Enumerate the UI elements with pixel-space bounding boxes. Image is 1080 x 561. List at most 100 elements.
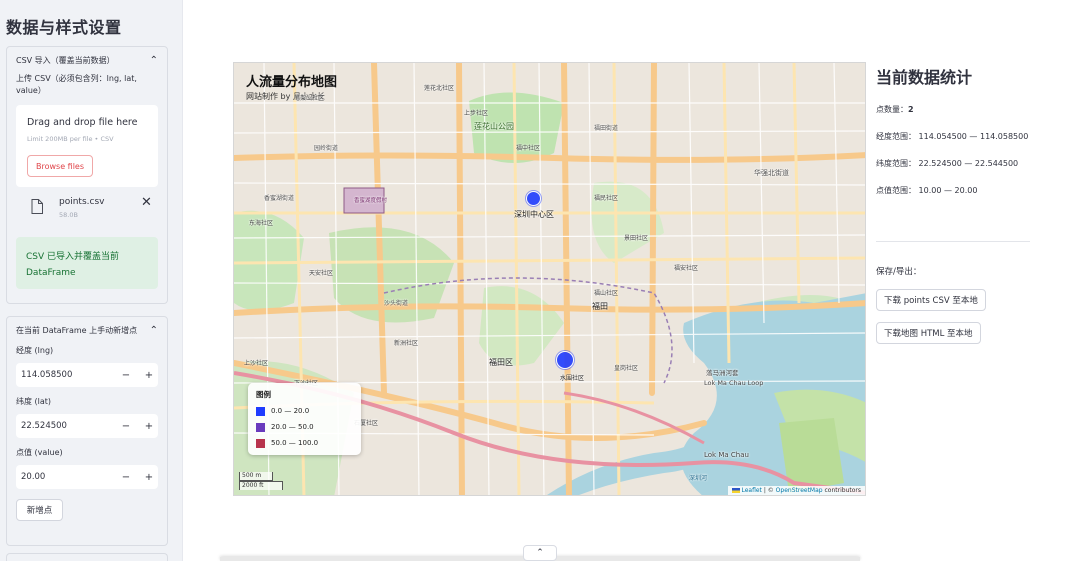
browse-files-button[interactable]: Browse files	[27, 155, 93, 177]
map-attribution: Leaflet | © OpenStreetMap contributors	[727, 486, 865, 495]
download-csv-button[interactable]: 下载 points CSV 至本地	[876, 289, 986, 311]
map-place-label: 皇岗社区	[614, 365, 639, 372]
value-decrement-button[interactable]: −	[119, 468, 133, 486]
map-place-label: 上沙社区	[244, 360, 269, 367]
map-title: 人流量分布地图	[246, 75, 338, 90]
lng-decrement-button[interactable]: −	[119, 366, 133, 384]
legend-label: 0.0 — 20.0	[271, 407, 310, 415]
lat-number-input: − +	[16, 414, 158, 438]
lng-label: 经度 (lng)	[16, 346, 54, 355]
lng-increment-button[interactable]: +	[142, 366, 156, 384]
csv-import-expander: CSV 导入（覆盖当前数据） ⌃ 上传 CSV（必须包含列：lng, lat, …	[6, 46, 168, 304]
legend-item: 0.0 — 20.0	[256, 403, 353, 419]
close-icon[interactable]: ✕	[141, 195, 152, 210]
value-number-input: − +	[16, 465, 158, 489]
map-place-label: 落马洲河套	[706, 369, 739, 377]
map-place-label: 福中社区	[516, 145, 541, 152]
stat-value-range: 点值范围： 10.00 — 20.00	[876, 186, 978, 195]
map-place-label: 沙头街道	[384, 300, 409, 307]
legend-item: 50.0 — 100.0	[256, 435, 353, 451]
map-place-label: 福山社区	[594, 290, 619, 297]
value-increment-button[interactable]: +	[142, 468, 156, 486]
data-point-marker[interactable]	[526, 191, 541, 206]
csv-import-header-label: CSV 导入（覆盖当前数据）	[16, 55, 115, 65]
map-place-label: 新洲社区	[394, 340, 419, 347]
map-place-label: 水围社区	[560, 375, 585, 382]
import-success-alert: CSV 已导入并覆盖当前 DataFrame	[16, 237, 158, 289]
uploaded-file-row: points.csv 58.0B ✕	[7, 191, 167, 227]
map-place-label: 东海社区	[249, 220, 274, 227]
chevron-up-icon[interactable]: ⌃	[523, 545, 557, 561]
map-place-label: 福田街道	[594, 125, 619, 132]
stat-count-value: 2	[908, 105, 914, 114]
manual-add-header-label: 在当前 DataFrame 上手动新增点	[16, 325, 138, 335]
stats-divider	[876, 241, 1030, 242]
scale-metric: 500 m	[239, 472, 273, 481]
add-point-button[interactable]: 新增点	[16, 499, 63, 521]
file-dropzone[interactable]: Drag and drop file here Limit 200MB per …	[16, 105, 158, 187]
file-icon	[31, 199, 43, 214]
value-input[interactable]	[16, 472, 112, 482]
scale-imperial: 2000 ft	[239, 481, 283, 490]
map-scale-bar: 500 m 2000 ft	[239, 472, 283, 490]
legend-label: 50.0 — 100.0	[271, 439, 319, 447]
dropzone-title: Drag and drop file here	[27, 117, 138, 128]
map-place-label: 上步社区	[464, 110, 489, 117]
map-place-label: 园岭街道	[314, 145, 339, 152]
lng-input[interactable]	[16, 370, 112, 380]
stat-lng-range: 经度范围： 114.054500 — 114.058500	[876, 132, 1029, 141]
chevron-up-icon[interactable]: ⌃	[150, 55, 158, 66]
file-name: points.csv	[59, 197, 105, 207]
lat-increment-button[interactable]: +	[142, 417, 156, 435]
value-label: 点值 (value)	[16, 448, 63, 457]
data-point-marker[interactable]	[556, 351, 574, 369]
map-place-label: 深圳中心区	[514, 210, 554, 219]
stat-count: 点数量：2	[876, 102, 1036, 117]
manual-add-header[interactable]: 在当前 DataFrame 上手动新增点 ⌃	[7, 317, 167, 343]
chevron-up-icon[interactable]: ⌃	[150, 325, 158, 336]
map-place-label: 福田	[592, 302, 608, 311]
lat-input[interactable]	[16, 421, 112, 431]
map-view[interactable]: 人流量分布地图 网站制作 by 月小水长 莲花山公园深圳中心区福田区 福田水围社区…	[233, 62, 866, 496]
map-place-label: 香蜜湖街道	[264, 195, 295, 202]
attribution-sep: | ©	[761, 487, 776, 494]
file-size: 58.0B	[59, 211, 78, 219]
legend-swatch	[256, 422, 265, 432]
map-place-label: 福安社区	[674, 265, 699, 272]
map-place-label: 香蜜湖度假村	[354, 198, 388, 204]
map-place-label: 福民社区	[594, 195, 619, 202]
map-place-label: Lok Ma Chau	[704, 451, 749, 459]
csv-import-header[interactable]: CSV 导入（覆盖当前数据） ⌃	[7, 47, 167, 73]
save-export-label: 保存/导出：	[876, 267, 922, 277]
map-title-overlay: 人流量分布地图 网站制作 by 月小水长	[242, 69, 341, 104]
stats-panel: 当前数据统计 点数量：2 经度范围： 114.054500 — 114.0585…	[876, 64, 1036, 210]
stat-count-label: 点数量：	[876, 105, 908, 114]
legend-title: 图例	[256, 390, 271, 399]
osm-link[interactable]: OpenStreetMap	[776, 487, 823, 494]
stats-title: 当前数据统计	[876, 68, 973, 87]
legend-swatch	[256, 406, 265, 416]
stat-lat-range: 纬度范围： 22.524500 — 22.544500	[876, 159, 1019, 168]
map-place-label: 景田社区	[624, 235, 649, 242]
manual-add-expander: 在当前 DataFrame 上手动新增点 ⌃ 经度 (lng) − + 纬度 (…	[6, 316, 168, 546]
leaflet-link[interactable]: Leaflet	[741, 487, 761, 494]
lng-number-input: − +	[16, 363, 158, 387]
map-legend: 图例 0.0 — 20.0 20.0 — 50.0 50.0 — 100.0	[248, 383, 361, 455]
map-place-label: 莲花北社区	[424, 85, 455, 92]
lat-decrement-button[interactable]: −	[119, 417, 133, 435]
map-place-label: 福田区	[489, 358, 513, 367]
map-place-label: 天安社区	[309, 270, 334, 277]
map-place-label: 深圳河	[689, 475, 708, 482]
map-place-label: 莲花山公园	[474, 122, 514, 131]
upload-label: 上传 CSV（必须包含列：lng, lat, value）	[16, 74, 137, 95]
flag-icon	[731, 488, 740, 493]
sidebar-title: 数据与样式设置	[6, 18, 122, 37]
attribution-tail: contributors	[822, 487, 862, 494]
next-expander-edge	[6, 553, 168, 561]
legend-swatch	[256, 438, 265, 448]
map-place-label: 笔架山社区	[294, 95, 325, 102]
download-html-button[interactable]: 下载地图 HTML 至本地	[876, 322, 981, 344]
lat-label: 纬度 (lat)	[16, 397, 52, 406]
sidebar: 数据与样式设置 CSV 导入（覆盖当前数据） ⌃ 上传 CSV（必须包含列：ln…	[0, 0, 183, 561]
map-place-label: Lok Ma Chau Loop	[704, 379, 764, 387]
